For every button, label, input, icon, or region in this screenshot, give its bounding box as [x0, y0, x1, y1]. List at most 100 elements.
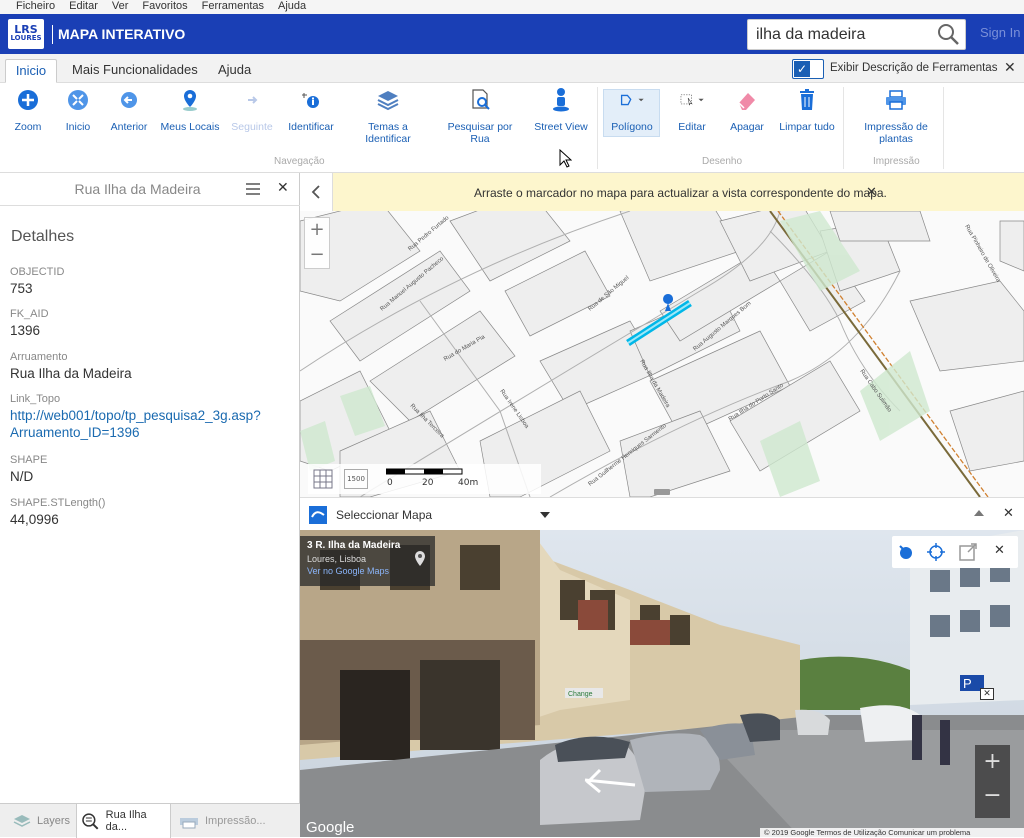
ribbon-tabs: Inicio Mais Funcionalidades Ajuda ✓ Exib… [0, 54, 1024, 83]
sign-in-link[interactable]: Sign In [980, 25, 1020, 40]
ribbon-separator [597, 87, 598, 169]
temas-label-2: Identificar [365, 133, 411, 145]
impressao-label-1: Impressão de [864, 121, 928, 133]
menu-editar[interactable]: Editar [69, 0, 98, 14]
marker-icon[interactable] [896, 542, 916, 562]
map-zoom-in-icon[interactable]: + [305, 218, 329, 244]
tab-rua-label: Rua Ilha da... [105, 809, 147, 833]
details-panel-title: Rua Ilha da Madeira [74, 181, 201, 197]
close-icon[interactable]: ✕ [1004, 60, 1016, 76]
field-link-topo: Link_Topo http://web001/topo/tp_pesquisa… [10, 393, 261, 441]
menu-icon[interactable] [245, 182, 261, 196]
details-panel-header: Rua Ilha da Madeira ✕ [0, 173, 300, 206]
map-globe-icon [309, 506, 327, 524]
limpar-tudo-button[interactable]: Limpar tudo [778, 87, 836, 133]
app-header: LRS LOURES MAPA INTERATIVO ilha da madei… [0, 14, 1024, 54]
chevron-up-icon[interactable] [974, 510, 984, 516]
address-title: 3 R. Ilha da Madeira [307, 540, 401, 551]
sv-zoom-out-icon[interactable]: − [975, 781, 1010, 817]
menu-ficheiro[interactable]: Ficheiro [16, 0, 55, 14]
crosshair-icon[interactable] [926, 542, 946, 562]
close-streetview-icon[interactable]: ✕ [1003, 505, 1014, 521]
temas-identificar-button[interactable]: Temas a Identificar [356, 87, 420, 145]
sv-zoom-control: + − [975, 745, 1010, 818]
ribbon-toolbar: Zoom Inicio Anterior Meus Locais Seguint… [0, 83, 1024, 173]
tab-rua-ilha[interactable]: Rua Ilha da... [76, 804, 171, 838]
map-scale-area: 1500 0 20 40m [308, 464, 541, 494]
chevron-left-icon [311, 185, 320, 199]
inicio-label: Inicio [65, 121, 91, 133]
impressao-plantas-button[interactable]: Impressão de plantas [860, 87, 932, 145]
app-title: MAPA INTERATIVO [52, 25, 185, 44]
meus-locais-button[interactable]: Meus Locais [160, 87, 220, 133]
scale-label-20: 20 [422, 478, 434, 488]
anterior-label: Anterior [110, 121, 148, 133]
menu-ver[interactable]: Ver [112, 0, 129, 14]
select-map-bar: Seleccionar Mapa ✕ [300, 497, 1024, 530]
scale-label-40: 40m [458, 478, 479, 488]
trash-icon [794, 87, 820, 113]
map-view[interactable]: Rua Manuel Augusto Pacheco Rua Pedro Fur… [300, 211, 1024, 497]
field-key: Arruamento [10, 351, 68, 363]
apagar-button[interactable]: Apagar [728, 87, 766, 133]
scale-bar [386, 468, 463, 475]
zoom-button[interactable]: Zoom [13, 87, 43, 133]
link-topo-url[interactable]: http://web001/topo/tp_pesquisa2_3g.asp? A… [10, 407, 261, 441]
sv-zoom-in-icon[interactable]: + [975, 745, 1010, 781]
link-part-2: Arruamento_ID=1396 [10, 425, 140, 440]
identificar-button[interactable]: Identificar [286, 87, 336, 133]
expand-icon[interactable] [958, 542, 978, 562]
apagar-label: Apagar [730, 121, 764, 133]
street-map-svg: Rua Manuel Augusto Pacheco Rua Pedro Fur… [300, 211, 1024, 497]
polygon-dropdown-icon [619, 87, 645, 113]
seguinte-label: Seguinte [231, 121, 273, 133]
full-extent-icon [65, 87, 91, 113]
close-panel-icon[interactable]: ✕ [277, 180, 289, 196]
shop-sign-text: Change [568, 691, 593, 698]
descricao-toggle[interactable]: ✓ [792, 59, 824, 79]
zoom-in-icon [15, 87, 41, 113]
menu-favoritos[interactable]: Favoritos [142, 0, 187, 14]
tab-layers[interactable]: Layers [12, 804, 74, 838]
menu-ajuda[interactable]: Ajuda [278, 0, 306, 14]
field-arruamento: Arruamento Rua Ilha da Madeira [10, 351, 132, 382]
field-value: 753 [10, 281, 33, 296]
anterior-button[interactable]: Anterior [108, 87, 150, 133]
scale-badge[interactable]: 1500 [344, 469, 368, 489]
group-navegacao-label: Navegação [274, 156, 325, 167]
tab-inicio[interactable]: Inicio [5, 59, 57, 83]
select-map-label[interactable]: Seleccionar Mapa [336, 508, 432, 522]
inicio-button[interactable]: Inicio [63, 87, 93, 133]
street-view-panel[interactable]: P Google Change 3 R. Ilha da Madeira Lou… [300, 530, 1024, 837]
chevron-down-icon[interactable] [540, 512, 550, 518]
tab-impressao[interactable]: Impressão... [178, 804, 278, 838]
scale-label-0: 0 [387, 478, 393, 488]
sv-close-icon[interactable]: ✕ [994, 543, 1005, 558]
loures-logo[interactable]: LRS LOURES [8, 19, 44, 49]
back-arrow-icon [116, 87, 142, 113]
notice-close-icon[interactable]: ✕ [866, 184, 877, 200]
collapse-panel-button[interactable] [300, 173, 333, 211]
pesquisar-rua-button[interactable]: Pesquisar por Rua [446, 87, 514, 145]
street-view-button[interactable]: Street View [533, 87, 589, 133]
street-view-label: Street View [534, 121, 588, 133]
identificar-label: Identificar [288, 121, 334, 133]
google-maps-link[interactable]: Ver no Google Maps [307, 566, 428, 576]
ribbon-separator [943, 87, 944, 169]
editar-button[interactable]: Editar [668, 87, 716, 133]
sv-small-close-icon[interactable]: ✕ [980, 688, 994, 700]
impressao-label-2: plantas [879, 133, 913, 145]
grid-icon[interactable] [312, 468, 334, 490]
map-pin-icon [415, 551, 425, 566]
resize-handle[interactable] [654, 489, 670, 495]
seguinte-button[interactable]: Seguinte [230, 87, 274, 133]
forward-arrow-icon [239, 87, 265, 113]
meus-locais-label: Meus Locais [160, 121, 220, 133]
tab-mais-funcionalidades[interactable]: Mais Funcionalidades [72, 59, 198, 83]
tab-ajuda[interactable]: Ajuda [218, 59, 251, 83]
search-icon[interactable] [936, 22, 960, 46]
search-input[interactable]: ilha da madeira [747, 19, 966, 50]
menu-ferramentas[interactable]: Ferramentas [202, 0, 264, 14]
map-zoom-out-icon[interactable]: − [305, 244, 329, 270]
poligono-button[interactable]: Polígono [608, 87, 656, 133]
